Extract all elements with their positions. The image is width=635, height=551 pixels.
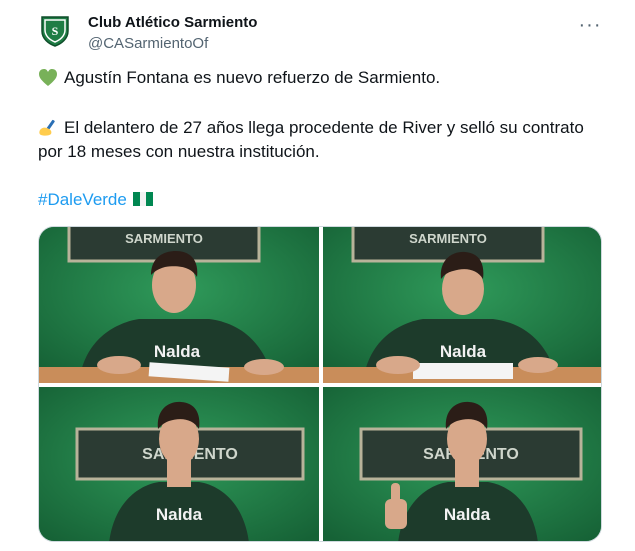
writing-hand-icon [39, 119, 55, 136]
author-display-name[interactable]: Club Atlético Sarmiento [88, 14, 257, 32]
photo-thumbs-up-image: SARMIENTO Nalda [323, 387, 601, 541]
shirt-text: Nalda [154, 342, 201, 361]
more-options-button[interactable]: ··· [579, 14, 601, 36]
photo-portrait[interactable]: SARMIENTO Nalda [39, 387, 319, 541]
shirt-text: Nalda [156, 505, 203, 524]
green-heart-icon [39, 69, 57, 86]
shirt-text: Nalda [440, 342, 487, 361]
tweet-paragraph-2-continued: por 18 meses con nuestra institución. [38, 140, 613, 164]
author-names: Club Atlético Sarmiento @CASarmientoOf [88, 12, 257, 53]
paragraph-1-text: Agustín Fontana es nuevo refuerzo de Sar… [64, 68, 441, 87]
club-crest-avatar[interactable]: S [38, 14, 72, 48]
tweet-hashtag-line: #DaleVerde [38, 188, 153, 212]
photo-signing-smiling-image: SARMIENTO Nalda [39, 227, 319, 383]
author-handle[interactable]: @CASarmientoOf [88, 35, 257, 53]
photo-signing-smiling[interactable]: SARMIENTO Nalda [39, 227, 319, 383]
tweet-paragraph-1: Agustín Fontana es nuevo refuerzo de Sar… [38, 66, 618, 90]
club-crest-icon: S [41, 16, 69, 47]
paragraph-2-line-2: por 18 meses con nuestra institución. [38, 142, 320, 161]
svg-text:S: S [52, 24, 59, 38]
media-grid: SARMIENTO Nalda SARMIENTO Nalda Nalda Na… [38, 226, 602, 542]
tweet-paragraph-2: El delantero de 27 años llega procedente… [38, 116, 613, 140]
photo-signing-writing-image: SARMIENTO Nalda [323, 227, 601, 383]
tweet-card: S Club Atlético Sarmiento @CASarmientoOf… [0, 0, 635, 551]
shirt-text: Nalda [444, 505, 491, 524]
photo-signing-writing[interactable]: SARMIENTO Nalda [323, 227, 601, 383]
more-horizontal-icon: ··· [578, 14, 602, 36]
paragraph-2-line-1: El delantero de 27 años llega procedente… [64, 118, 584, 137]
photo-portrait-image: SARMIENTO Nalda [39, 387, 319, 541]
banner-text: SARMIENTO [125, 231, 203, 246]
hashtag-link[interactable]: #DaleVerde [38, 190, 127, 209]
nigeria-flag-icon [132, 192, 153, 206]
tweet-header: S Club Atlético Sarmiento @CASarmientoOf… [38, 12, 615, 52]
photo-thumbs-up[interactable]: SARMIENTO Nalda [323, 387, 601, 541]
banner-text: SARMIENTO [409, 231, 487, 246]
